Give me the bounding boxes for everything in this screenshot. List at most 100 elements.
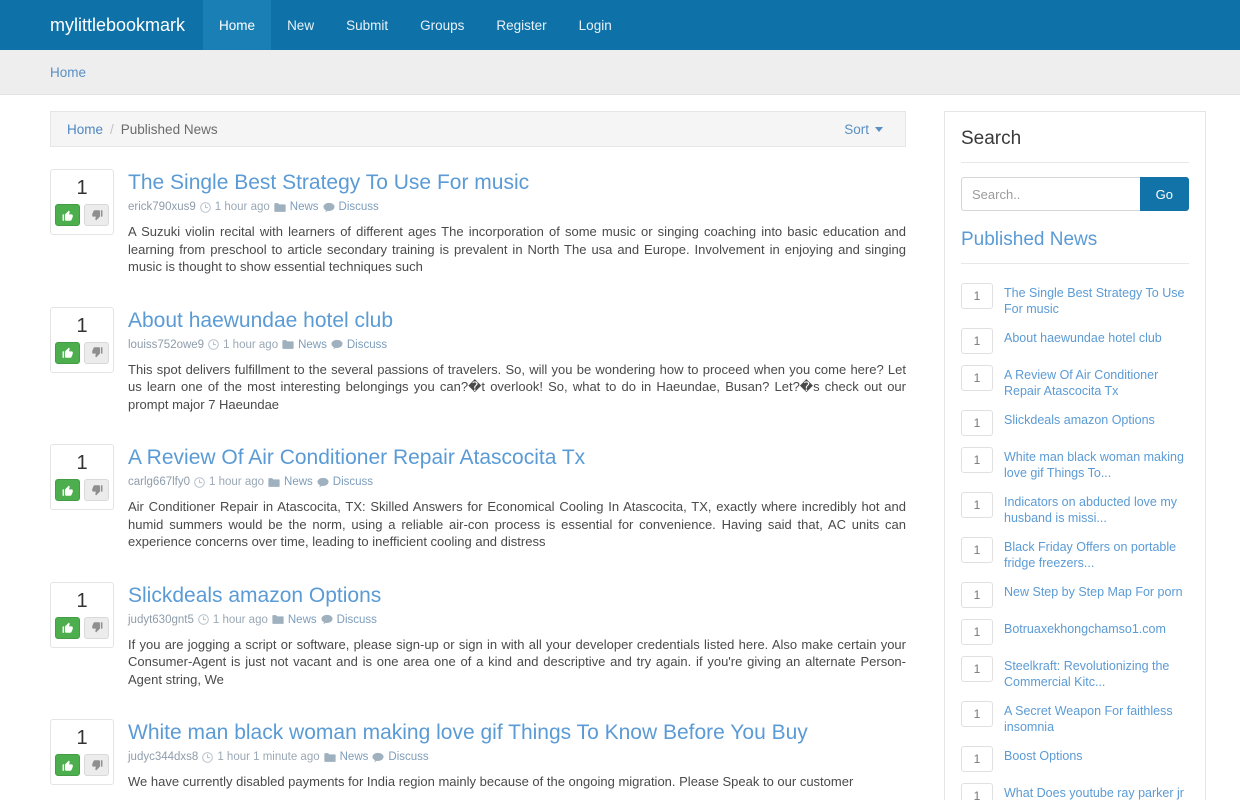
search-divider [961,162,1189,163]
sidebar-item-link[interactable]: Slickdeals amazon Options [1004,410,1155,428]
vote-box: 1 [50,581,114,648]
vote-up-button[interactable] [55,204,80,226]
sort-dropdown-button[interactable]: Sort [838,121,889,138]
story-excerpt: Air Conditioner Repair in Atascocita, TX… [128,499,906,549]
vote-down-button[interactable] [84,204,109,226]
sidebar-item-link[interactable]: White man black woman making love gif Th… [1004,447,1189,481]
story-time: 1 hour ago [223,338,279,351]
vote-box: 1 [50,306,114,373]
story-item: 1 The Single Best Strategy To Use For mus… [50,169,906,276]
nav-item-submit[interactable]: Submit [330,0,404,50]
sidebar-item-link[interactable]: Boost Options [1004,746,1083,764]
sidebar-news-item: 1 White man black woman making love gif T… [961,442,1189,487]
sidebar-column: Search Go Published News 1 The Single Bes… [944,111,1206,800]
sidebar-news-item: 1 About haewundae hotel club [961,323,1189,360]
story-title-link[interactable]: A Review Of Air Conditioner Repair Atasc… [128,445,906,471]
story-category-link[interactable]: News [288,614,317,626]
sidebar-item-count: 1 [961,619,993,645]
story-category-link[interactable]: News [298,339,327,351]
sidebar-news-item: 1 A Secret Weapon For faithless insomnia [961,696,1189,741]
vote-buttons [51,204,113,226]
story-discuss-link[interactable]: Discuss [388,751,428,763]
story-title-link[interactable]: White man black woman making love gif Th… [128,720,906,746]
sidebar-item-link[interactable]: About haewundae hotel club [1004,328,1162,346]
sidebar-item-link[interactable]: What Does youtube ray parker jr woman ne… [1004,783,1189,800]
sidebar-item-count: 1 [961,746,993,772]
nav-item-register[interactable]: Register [480,0,562,50]
search-go-button[interactable]: Go [1139,177,1189,211]
folder-icon [268,477,280,488]
sidebar-item-count: 1 [961,537,993,563]
story-discuss-link[interactable]: Discuss [333,476,373,488]
nav-item-groups[interactable]: Groups [404,0,480,50]
sidebar-item-link[interactable]: New Step by Step Map For porn [1004,582,1183,600]
sidebar-item-count: 1 [961,783,993,800]
sidebar-item-link[interactable]: A Review Of Air Conditioner Repair Atasc… [1004,365,1189,399]
folder-icon [272,615,284,624]
story-excerpt: If you are jogging a script or software,… [128,636,906,687]
sidebar-item-link[interactable]: Black Friday Offers on portable fridge f… [1004,537,1189,571]
story-discuss-link[interactable]: Discuss [339,201,379,213]
site-brand[interactable]: mylittlebookmark [50,0,203,50]
story-category-link[interactable]: News [290,201,319,213]
story-category-link[interactable]: News [340,751,369,763]
vote-down-button[interactable] [84,479,109,501]
story-excerpt: We have currently disabled payments for … [128,774,854,789]
clock-icon [194,476,205,488]
sidebar-item-link[interactable]: Steelkraft: Revolutionizing the Commerci… [1004,656,1189,690]
folder-icon [282,340,294,349]
story-author[interactable]: judyc344dxs8 [128,751,198,763]
breadcrumb-home[interactable]: Home [67,122,103,137]
vote-down-button[interactable] [84,616,109,639]
clock-icon [208,339,219,350]
story-title-link[interactable]: The Single Best Strategy To Use For musi… [128,170,906,196]
sidebar-news-item: 1 New Step by Step Map For porn [961,577,1189,614]
page-container: Home / Published News Sort 1 The Single B… [0,95,1240,800]
folder-icon [268,477,280,487]
nav-item-login[interactable]: Login [563,0,628,50]
sidebar-item-count: 1 [961,656,993,682]
comment-icon [331,339,343,350]
story-discuss-link[interactable]: Discuss [337,614,377,626]
vote-up-button[interactable] [55,754,80,776]
nav-item-home[interactable]: Home [203,0,272,50]
clock-icon [202,751,214,763]
sidebar-item-link[interactable]: Botruaxekhongchamso1.com [1004,619,1166,637]
search-input[interactable] [961,177,1140,211]
nav-item-new[interactable]: New [271,0,330,50]
vote-buttons [51,341,113,364]
sidebar-news-item: 1 Botruaxekhongchamso1.com [961,614,1189,651]
vote-buttons [51,479,113,501]
secondary-bar: Home [0,50,1240,95]
sidebar-item-link[interactable]: A Secret Weapon For faithless insomnia [1004,701,1189,735]
secondary-bar-home-link[interactable]: Home [50,65,86,80]
story-author[interactable]: erick790xus9 [128,201,196,213]
story-body: About haewundae hotel club louiss752owe9 1… [128,307,906,414]
story-author[interactable]: carlg667lfy0 [128,476,190,488]
sidebar-item-link[interactable]: Indicators on abducted love my husband i… [1004,492,1189,526]
story-meta: erick790xus9 1 hour ago News Discuss [128,201,906,213]
story-author[interactable]: judyt630gnt5 [128,614,194,626]
folder-icon [274,202,286,213]
breadcrumb-separator: / [110,121,114,137]
sidebar-news-item: 1 Indicators on abducted love my husband … [961,487,1189,532]
vote-up-button[interactable] [55,616,80,639]
story-title-link[interactable]: Slickdeals amazon Options [128,583,906,609]
story-author[interactable]: louiss752owe9 [128,339,204,351]
comment-icon [322,202,335,213]
sidebar-item-link[interactable]: The Single Best Strategy To Use For musi… [1004,283,1189,317]
story-meta: judyt630gnt5 1 hour ago News Discuss [128,614,906,626]
vote-down-button[interactable] [84,754,109,776]
story-discuss-link[interactable]: Discuss [347,339,387,351]
vote-up-button[interactable] [55,341,80,364]
vote-box: 1 [50,169,114,235]
sidebar-item-count: 1 [961,365,993,391]
vote-down-button[interactable] [84,341,109,364]
published-news-list: 1 The Single Best Strategy To Use For mus… [961,278,1189,800]
vote-up-button[interactable] [55,479,80,501]
story-category-link[interactable]: News [284,476,313,488]
sort-label: Sort [844,121,869,137]
sidebar-news-item: 1 Slickdeals amazon Options [961,405,1189,442]
folder-icon [324,752,336,762]
story-title-link[interactable]: About haewundae hotel club [128,308,906,334]
